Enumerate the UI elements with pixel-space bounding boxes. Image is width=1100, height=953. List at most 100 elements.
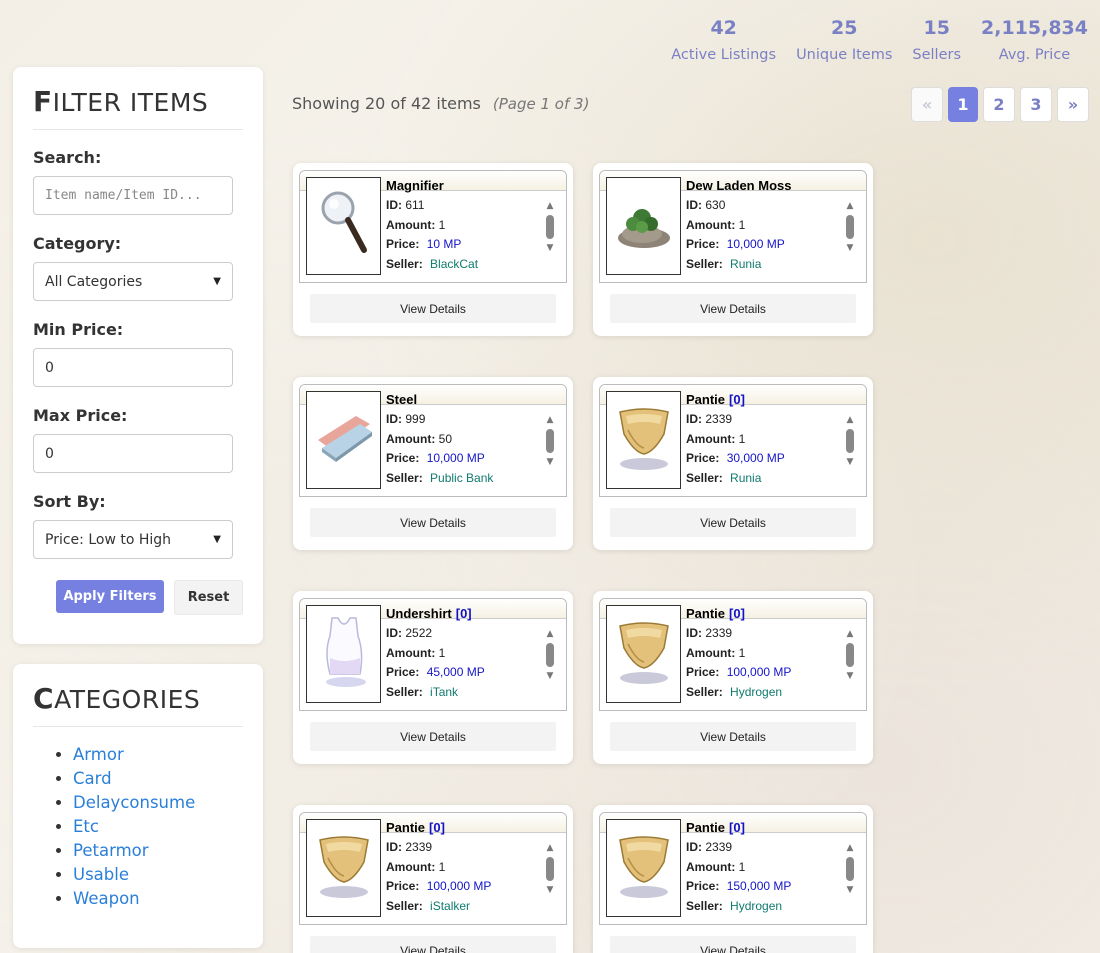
category-link-petarmor[interactable]: Petarmor	[73, 841, 149, 860]
scroll-down-icon[interactable]: ▼	[544, 457, 556, 467]
seller-label: Seller:	[686, 470, 723, 485]
item-scrollbar[interactable]: ▲ ▼	[544, 415, 556, 485]
item-slots: [0]	[455, 606, 472, 621]
scroll-up-icon[interactable]: ▲	[844, 415, 856, 425]
moss-icon	[612, 194, 676, 258]
item-box: Magnifier ID: 611 Amount: 1 Price: 10 MP…	[299, 170, 567, 283]
item-scrollbar[interactable]: ▲ ▼	[544, 843, 556, 913]
view-details-button[interactable]: View Details	[610, 722, 856, 751]
item-price: 10 MP	[426, 237, 462, 251]
category-link-delayconsume[interactable]: Delayconsume	[73, 793, 195, 812]
category-link-card[interactable]: Card	[73, 769, 112, 788]
item-box: Pantie [0] ID: 2339 Amount: 1 Price: 100,…	[599, 598, 867, 711]
sort-select[interactable]: Price: Low to High ▼	[33, 520, 233, 559]
stat-label: Unique Items	[796, 47, 893, 63]
scroll-thumb[interactable]	[846, 429, 854, 453]
item-scrollbar[interactable]: ▲ ▼	[844, 415, 856, 485]
page-1-button[interactable]: 1	[948, 87, 978, 122]
item-name: Pantie	[686, 820, 726, 835]
scroll-thumb[interactable]	[546, 857, 554, 881]
min-price-label: Min Price:	[33, 320, 124, 339]
scroll-down-icon[interactable]: ▼	[844, 243, 856, 253]
category-link-usable[interactable]: Usable	[73, 865, 129, 884]
stat-value: 2,115,834	[981, 17, 1088, 39]
item-box: Pantie [0] ID: 2339 Amount: 1 Price: 150,…	[599, 812, 867, 925]
view-details-button[interactable]: View Details	[310, 936, 556, 953]
reset-button[interactable]: Reset	[174, 580, 243, 615]
stat-value: 25	[831, 17, 858, 39]
item-scrollbar[interactable]: ▲ ▼	[544, 629, 556, 699]
categories-panel: CATEGORIES Armor Card Delayconsume Etc P…	[13, 664, 263, 948]
prev-page-button[interactable]: «	[911, 87, 943, 122]
view-details-button[interactable]: View Details	[310, 722, 556, 751]
scroll-down-icon[interactable]: ▼	[844, 457, 856, 467]
item-price: 10,000 MP	[426, 451, 485, 465]
min-price-input[interactable]: 0	[33, 348, 233, 387]
categories-title-initial: C	[33, 682, 55, 715]
apply-filters-button[interactable]: Apply Filters	[56, 580, 164, 613]
id-label: ID:	[386, 626, 402, 640]
scroll-down-icon[interactable]: ▼	[844, 885, 856, 895]
scroll-down-icon[interactable]: ▼	[544, 671, 556, 681]
item-scrollbar[interactable]: ▲ ▼	[844, 201, 856, 271]
pantie-icon	[614, 828, 674, 908]
scroll-up-icon[interactable]: ▲	[844, 843, 856, 853]
list-item: Card	[73, 767, 243, 791]
stat-label: Active Listings	[671, 47, 777, 63]
item-name: Pantie	[686, 392, 726, 407]
categories-title-rest: ATEGORIES	[54, 685, 201, 714]
category-link-etc[interactable]: Etc	[73, 817, 99, 836]
scroll-up-icon[interactable]: ▲	[544, 843, 556, 853]
scroll-thumb[interactable]	[846, 643, 854, 667]
scroll-up-icon[interactable]: ▲	[544, 415, 556, 425]
item-image-frame	[606, 605, 681, 703]
scroll-up-icon[interactable]: ▲	[844, 629, 856, 639]
item-image-frame	[606, 391, 681, 489]
view-details-button[interactable]: View Details	[310, 508, 556, 537]
scroll-up-icon[interactable]: ▲	[844, 201, 856, 211]
scroll-down-icon[interactable]: ▼	[844, 671, 856, 681]
scroll-thumb[interactable]	[546, 643, 554, 667]
item-scrollbar[interactable]: ▲ ▼	[844, 629, 856, 699]
filter-title-initial: F	[33, 85, 53, 118]
category-link-weapon[interactable]: Weapon	[73, 889, 140, 908]
max-price-input[interactable]: 0	[33, 434, 233, 473]
item-slots: [0]	[729, 606, 745, 621]
scroll-down-icon[interactable]: ▼	[544, 885, 556, 895]
item-name: Pantie	[386, 820, 426, 835]
stat-value: 42	[710, 17, 737, 39]
view-details-button[interactable]: View Details	[610, 294, 856, 323]
seller-label: Seller:	[386, 256, 423, 271]
scroll-thumb[interactable]	[846, 857, 854, 881]
item-id: 2339	[705, 626, 733, 640]
item-box: Pantie [0] ID: 2339 Amount: 1 Price: 100,…	[299, 812, 567, 925]
view-details-button[interactable]: View Details	[310, 294, 556, 323]
scroll-thumb[interactable]	[546, 429, 554, 453]
seller-label: Seller:	[386, 684, 423, 699]
next-page-button[interactable]: »	[1057, 87, 1089, 122]
item-seller: Hydrogen	[730, 684, 783, 699]
page-2-button[interactable]: 2	[983, 87, 1015, 122]
amount-label: Amount:	[386, 645, 436, 660]
max-price-label: Max Price:	[33, 406, 128, 425]
item-id: 2339	[705, 412, 733, 426]
item-id: 2522	[405, 626, 433, 640]
item-name: Dew Laden Moss	[686, 178, 792, 193]
item-name: Steel	[386, 392, 418, 407]
view-details-button[interactable]: View Details	[610, 508, 856, 537]
scroll-thumb[interactable]	[546, 215, 554, 239]
scroll-down-icon[interactable]: ▼	[544, 243, 556, 253]
item-amount: 1	[438, 645, 446, 660]
item-scrollbar[interactable]: ▲ ▼	[844, 843, 856, 913]
page-3-button[interactable]: 3	[1020, 87, 1052, 122]
view-details-button[interactable]: View Details	[610, 936, 856, 953]
list-item: Usable	[73, 863, 243, 887]
scroll-up-icon[interactable]: ▲	[544, 201, 556, 211]
item-scrollbar[interactable]: ▲ ▼	[544, 201, 556, 271]
category-select[interactable]: All Categories ▼	[33, 262, 233, 301]
category-link-armor[interactable]: Armor	[73, 745, 124, 764]
id-label: ID:	[386, 840, 402, 854]
search-input[interactable]: Item name/Item ID...	[33, 176, 233, 215]
scroll-thumb[interactable]	[846, 215, 854, 239]
scroll-up-icon[interactable]: ▲	[544, 629, 556, 639]
